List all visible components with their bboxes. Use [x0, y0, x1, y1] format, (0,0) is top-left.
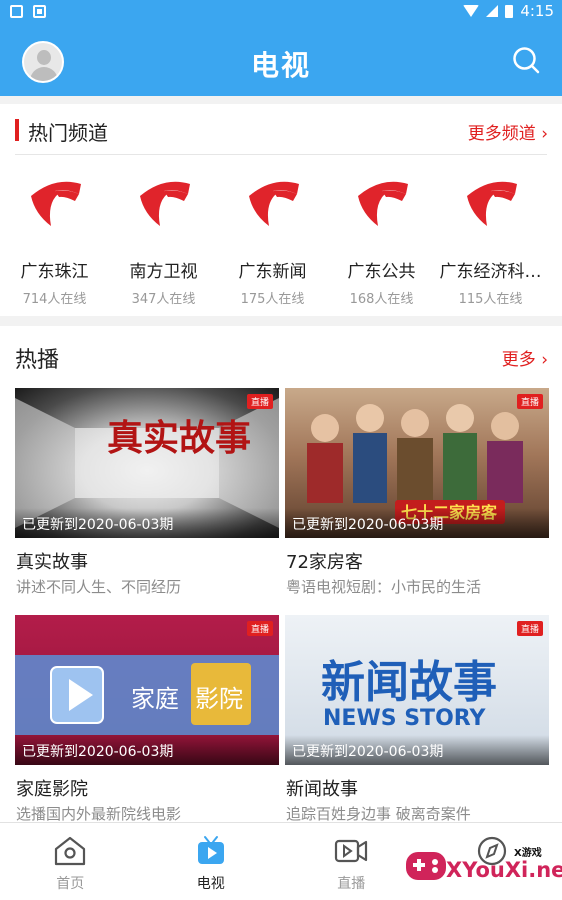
program-thumbnail: 七十二家房客 直播 已更新到2020-06-03期	[285, 388, 549, 538]
clock: 4:15	[520, 2, 554, 20]
program-card[interactable]: 真实故事 直播 已更新到2020-06-03期 真实故事 讲述不同人生、不同经历	[15, 388, 279, 615]
program-thumbnail: 新闻故事 NEWS STORY 直播 已更新到2020-06-03期	[285, 615, 549, 765]
more-link[interactable]: 更多 ›	[502, 345, 548, 370]
channel-item[interactable]: 广东新闻 175人在线	[218, 174, 327, 314]
section-title: 热门频道	[28, 121, 108, 145]
home-icon	[55, 836, 86, 866]
thumb-text: NEWS STORY	[323, 706, 487, 731]
update-info: 已更新到2020-06-03期	[15, 508, 279, 538]
wifi-icon	[463, 5, 480, 17]
program-card[interactable]: 七十二家房客 直播 已更新到2020-06-03期 72家房客 粤语电视短剧：小…	[285, 388, 549, 615]
search-icon[interactable]	[512, 46, 540, 74]
page-title: 电视	[250, 49, 311, 82]
app-header: 电视	[0, 24, 562, 96]
channel-name: 广东新闻	[238, 262, 307, 282]
signal-icon	[486, 5, 499, 17]
nav-home[interactable]: 首页	[0, 823, 141, 900]
channel-viewers: 115人在线	[458, 292, 523, 307]
nav-tv[interactable]: 电视	[141, 823, 282, 900]
thumb-text: 家庭	[131, 685, 179, 713]
program-grid: 真实故事 直播 已更新到2020-06-03期 真实故事 讲述不同人生、不同经历…	[15, 388, 549, 842]
channel-logo-icon	[248, 181, 299, 226]
live-badge: 直播	[516, 394, 543, 409]
channel-item[interactable]: 广东珠江 714人在线	[0, 174, 109, 314]
program-description: 讲述不同人生、不同经历	[16, 578, 182, 596]
program-thumbnail: 家庭 影院 直播 已更新到2020-06-03期	[15, 615, 279, 765]
thumb-text: 影院	[195, 685, 243, 713]
program-name: 新闻故事	[286, 779, 358, 800]
update-info: 已更新到2020-06-03期	[15, 735, 279, 765]
channel-logo-icon	[357, 181, 408, 226]
thumb-text: 真实故事	[107, 417, 251, 459]
nav-label: 电视	[196, 876, 225, 892]
battery-icon	[505, 4, 514, 18]
section-title: 热播	[15, 348, 60, 373]
channel-name: 广东公共	[347, 262, 416, 282]
notification-icon	[10, 5, 23, 18]
thumb-text: 新闻故事	[321, 657, 497, 708]
live-badge: 直播	[246, 394, 273, 409]
nav-label: 直播	[337, 876, 366, 892]
channel-list: 广东珠江 714人在线 南方卫视 347人在线 广东新闻 175人在线 广东公共…	[0, 174, 562, 314]
channel-name: 广东珠江	[20, 262, 89, 282]
update-info: 已更新到2020-06-03期	[285, 508, 549, 538]
channel-name: 广东经济科…	[439, 262, 542, 282]
channel-name: 南方卫视	[129, 262, 198, 282]
channel-viewers: 175人在线	[240, 292, 305, 307]
video-icon	[335, 839, 368, 863]
divider	[15, 154, 547, 155]
more-channels-link[interactable]: 更多频道 ›	[468, 119, 548, 144]
live-badge: 直播	[516, 621, 543, 636]
channel-viewers: 714人在线	[22, 292, 87, 307]
watermark: X游戏 XYouXi.net	[404, 838, 562, 890]
channel-logo-icon	[139, 181, 190, 226]
download-icon	[33, 5, 46, 18]
status-bar: 4:15	[0, 0, 562, 24]
program-name: 72家房客	[286, 552, 363, 573]
tv-icon	[197, 836, 224, 864]
live-badge: 直播	[246, 621, 273, 636]
channel-item[interactable]: 广东公共 168人在线	[327, 174, 436, 314]
channel-item[interactable]: 南方卫视 347人在线	[109, 174, 218, 314]
nav-live[interactable]: 直播	[281, 823, 422, 900]
program-name: 家庭影院	[16, 779, 88, 800]
channel-logo-icon	[466, 181, 517, 226]
channel-viewers: 347人在线	[131, 292, 196, 307]
section-marker	[15, 119, 19, 141]
watermark-small: X游戏	[514, 848, 542, 859]
program-description: 粤语电视短剧：小市民的生活	[286, 578, 482, 596]
channel-logo-icon	[30, 181, 81, 226]
program-card[interactable]: 新闻故事 NEWS STORY 直播 已更新到2020-06-03期 新闻故事 …	[285, 615, 549, 842]
channel-item[interactable]: 广东经济科… 115人在线	[436, 174, 545, 314]
hot-channels-header: 热门频道 更多频道 ›	[0, 104, 562, 154]
hot-channels-section: 热门频道 更多频道 › 广东珠江 714人在线 南方卫视 347人在线 广东新闻…	[0, 104, 562, 316]
program-description: 选播国内外最新院线电影	[16, 805, 182, 823]
program-description: 追踪百姓身边事 破离奇案件	[286, 805, 471, 823]
program-card[interactable]: 家庭 影院 直播 已更新到2020-06-03期 家庭影院 选播国内外最新院线电…	[15, 615, 279, 842]
hot-broadcast-section: 热播 更多 › 真实故事 直播 已更新到2020-06-03期 真实故事 讲述不…	[0, 326, 562, 823]
channel-viewers: 168人在线	[349, 292, 414, 307]
program-name: 真实故事	[16, 552, 88, 573]
update-info: 已更新到2020-06-03期	[285, 735, 549, 765]
watermark-text: XYouXi.net	[446, 858, 562, 882]
nav-label: 首页	[56, 876, 85, 892]
gamepad-icon	[406, 852, 446, 880]
program-thumbnail: 真实故事 直播 已更新到2020-06-03期	[15, 388, 279, 538]
